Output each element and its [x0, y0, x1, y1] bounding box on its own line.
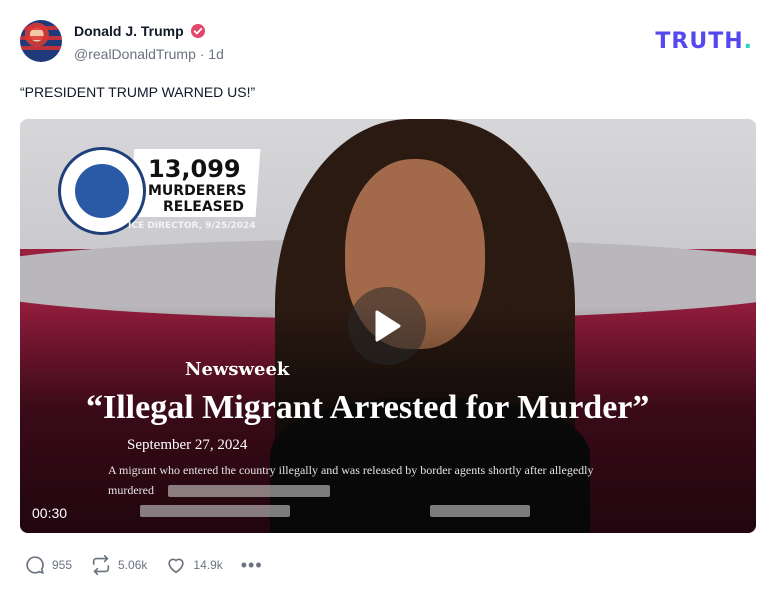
news-outlet: Newsweek [185, 359, 290, 380]
logo-dot: . [743, 29, 753, 54]
redaction-bar [168, 485, 330, 497]
ice-line-2: RELEASED [163, 199, 244, 215]
news-headline: “Illegal Migrant Arrested for Murder” [86, 389, 650, 426]
author-name[interactable]: Donald J. Trump [74, 23, 184, 39]
more-options-icon: ••• [240, 555, 263, 575]
news-body-line-2: murdered [108, 483, 154, 497]
like-count: 14.9k [193, 558, 223, 572]
author-handle-time[interactable]: @realDonaldTrump · 1d [74, 46, 224, 62]
reply-button[interactable]: 955 [24, 554, 72, 576]
ice-line-1: MURDERERS [148, 183, 247, 199]
post-header: Donald J. Trump @realDonaldTrump · 1d [20, 20, 760, 64]
redaction-bar [140, 505, 290, 517]
reply-icon [26, 556, 44, 574]
news-dateline: September 27, 2024 [127, 437, 248, 453]
logo-text: TRUTH [655, 29, 744, 54]
post-text: “PRESIDENT TRUMP WARNED US!” [20, 84, 256, 100]
video-player[interactable]: 13,099 MURDERERS RELEASED ICE DIRECTOR, … [20, 119, 756, 533]
like-button[interactable]: 14.9k [165, 554, 223, 576]
post-actions: 955 5.06k 14.9k ••• [24, 553, 263, 577]
truth-social-logo[interactable]: TRUTH. [655, 29, 753, 54]
play-icon [375, 310, 401, 342]
heart-icon [168, 558, 185, 574]
author-name-row: Donald J. Trump [74, 23, 206, 39]
ice-source: ICE DIRECTOR, 9/25/2024 [128, 221, 256, 231]
more-options-button[interactable]: ••• [240, 555, 263, 575]
retruth-icon [92, 555, 110, 575]
news-body-line-1: A migrant who entered the country illega… [108, 463, 594, 477]
play-button[interactable] [348, 287, 426, 365]
reply-count: 955 [52, 558, 73, 572]
author-avatar[interactable] [20, 20, 62, 62]
retruth-button[interactable]: 5.06k [90, 554, 147, 576]
redaction-bar [430, 505, 530, 517]
ice-number: 13,099 [148, 155, 241, 183]
video-duration: 00:30 [32, 505, 68, 521]
retruth-count: 5.06k [118, 558, 148, 572]
verified-badge-icon [190, 24, 205, 38]
